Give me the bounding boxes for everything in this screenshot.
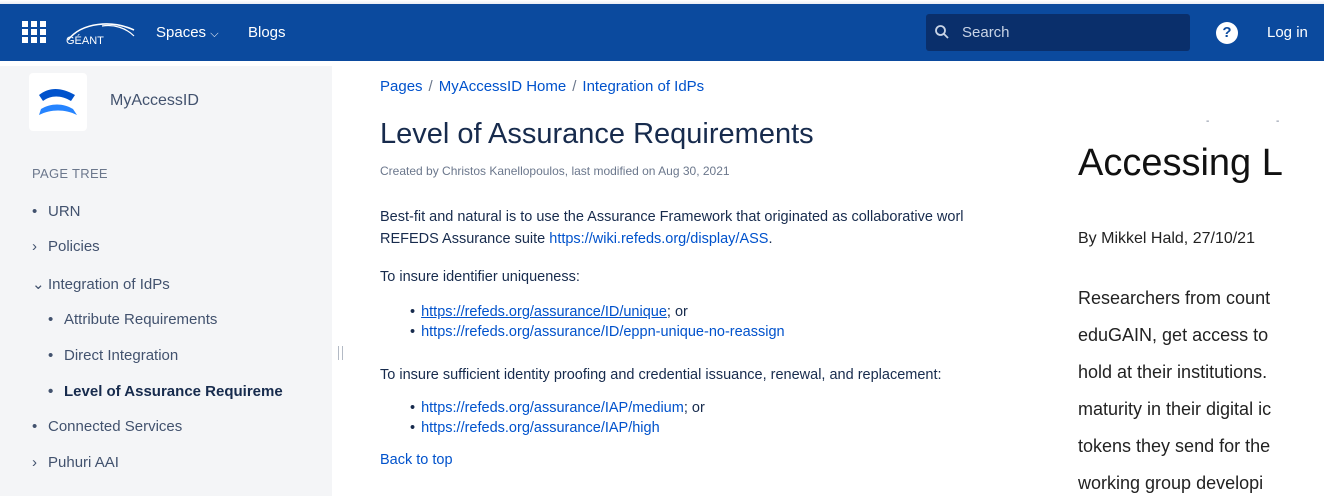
tree-item-label: URN [48,203,81,220]
article-byline: By Mikkel Hald, 27/10/21 [1078,230,1255,247]
list-item: https://refeds.org/assurance/IAP/medium;… [410,400,705,420]
article-line: working group developi [1078,473,1264,493]
tree-item-label: Connected Services [48,418,183,435]
login-link[interactable]: Log in [1267,24,1308,41]
uniqueness-heading: To insure identifier uniqueness: [380,269,580,285]
tree-item-integration-of-idps[interactable]: ⌄ Integration of IdPs [32,275,170,293]
intro-paragraph: Best-fit and natural is to use the Assur… [380,206,964,250]
intro-suffix: . [768,231,773,247]
back-to-top-link[interactable]: Back to top [380,452,453,468]
id-unique-link[interactable]: https://refeds.org/assurance/ID/unique [421,304,667,320]
blogs-link[interactable]: Blogs [248,24,286,41]
confluence-logo-icon [39,89,77,115]
chevron-down-icon: ⌵ [210,28,219,40]
search-icon [935,25,949,39]
breadcrumb-integration-of-idps[interactable]: Integration of IdPs [582,78,704,95]
main-content: Pages / MyAccessID Home / Integration of IdP… [380,66,1060,496]
tree-item-direct-integration[interactable]: • Direct Integration [48,347,178,364]
logo-text: GÉANT [66,34,104,46]
list-item: https://refeds.org/assurance/ID/unique; … [410,304,785,324]
decorative-marks: - - [1206,116,1280,127]
article-line: hold at their institutions. [1078,362,1268,382]
tree-item-connected-services[interactable]: • Connected Services [32,418,182,435]
page-byline: Created by Christos Kanellopoulos, last … [380,164,730,178]
help-icon[interactable]: ? [1216,22,1238,44]
iap-high-link[interactable]: https://refeds.org/assurance/IAP/high [421,420,660,436]
uniqueness-link-list: https://refeds.org/assurance/ID/unique; … [410,304,785,344]
proofing-link-list: https://refeds.org/assurance/IAP/medium;… [410,400,705,440]
sidebar: MyAccessID PAGE TREE • URN › Policies ⌄ Int… [0,66,332,496]
tree-item-attribute-requirements[interactable]: • Attribute Requirements [48,311,217,328]
breadcrumb: Pages / MyAccessID Home / Integration of IdP… [380,78,704,95]
intro-prefix: REFEDS Assurance suite [380,231,550,247]
intro-line-2: REFEDS Assurance suite https://wiki.refe… [380,228,964,250]
list-item: https://refeds.org/assurance/ID/eppn-uni… [410,324,785,344]
bullet-icon: • [32,203,38,220]
list-item-suffix: ; or [683,400,705,416]
app-switcher-icon[interactable] [22,21,48,43]
intro-line-1: Best-fit and natural is to use the Assur… [380,209,964,225]
article-line: Researchers from count [1078,288,1271,308]
tree-item-label: Policies [48,238,100,255]
eppn-unique-link[interactable]: https://refeds.org/assurance/ID/eppn-uni… [421,324,785,340]
iap-medium-link[interactable]: https://refeds.org/assurance/IAP/medium [421,400,684,416]
space-avatar[interactable] [29,73,87,131]
tree-item-level-of-assurance[interactable]: • Level of Assurance Requireme [48,383,283,400]
spaces-menu[interactable]: Spaces ⌵ [156,24,219,41]
chevron-right-icon[interactable]: › [32,454,48,471]
tree-item-puhuri-aai[interactable]: › Puhuri AAI [32,454,119,471]
article-line: tokens they send for the [1078,436,1271,456]
list-item-suffix: ; or [666,304,688,320]
spaces-label: Spaces [156,24,207,41]
sidebar-resize-handle[interactable] [338,346,343,360]
breadcrumb-separator: / [428,78,433,95]
bullet-icon: • [48,311,54,328]
tree-item-policies[interactable]: › Policies [32,238,100,255]
tree-item-label: Integration of IdPs [48,276,170,293]
tree-item-label: Level of Assurance Requireme [64,383,283,400]
geant-logo[interactable]: GÉANT [62,20,142,47]
page-title: Level of Assurance Requirements [380,118,814,150]
chevron-down-icon[interactable]: ⌄ [32,275,48,293]
tree-item-label: Direct Integration [64,347,179,364]
bullet-icon: • [48,383,54,400]
article-line: eduGAIN, get access to [1078,325,1269,345]
breadcrumb-pages[interactable]: Pages [380,78,423,95]
tree-item-label: Attribute Requirements [64,311,218,328]
bullet-icon: • [48,347,54,364]
list-item: https://refeds.org/assurance/IAP/high [410,420,705,440]
overlapping-article: - - Accessing L By Mikkel Hald, 27/10/21… [1064,66,1324,496]
article-title: Accessing L [1078,142,1283,184]
refeds-assurance-link[interactable]: https://wiki.refeds.org/display/ASS [549,231,768,247]
space-name[interactable]: MyAccessID [110,92,199,110]
search-input[interactable]: Search [926,14,1190,51]
bullet-icon: • [32,418,38,435]
tree-item-urn[interactable]: • URN [32,203,81,220]
breadcrumb-myaccessid-home[interactable]: MyAccessID Home [439,78,567,95]
tree-item-label: Puhuri AAI [48,454,119,471]
header-bar: GÉANT Spaces ⌵ Blogs Search ? Log in [0,4,1324,61]
proofing-heading: To insure sufficient identity proofing a… [380,367,942,383]
page-tree-heading: PAGE TREE [32,166,108,181]
top-navigation-bar: GÉANT Spaces ⌵ Blogs Search ? Log in [0,0,1324,66]
geant-logo-swoosh-icon: GÉANT [66,23,135,47]
chevron-right-icon[interactable]: › [32,238,48,255]
article-line: maturity in their digital ic [1078,399,1272,419]
search-placeholder: Search [962,24,1010,41]
breadcrumb-separator: / [572,78,577,95]
